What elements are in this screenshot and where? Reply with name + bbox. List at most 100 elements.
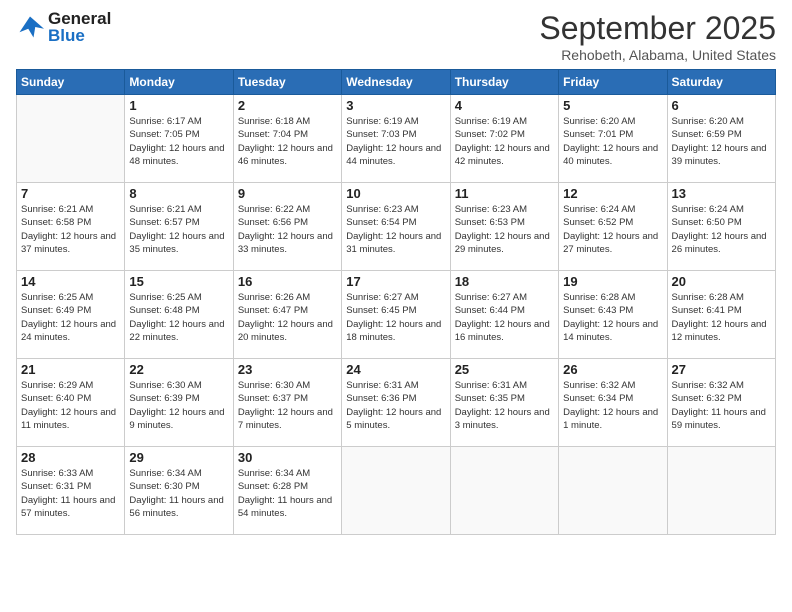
day-number: 18 (455, 274, 554, 289)
day-number: 2 (238, 98, 337, 113)
sunset-text: Sunset: 6:35 PM (455, 392, 554, 405)
sunrise-text: Sunrise: 6:32 AM (563, 379, 662, 392)
day-number: 28 (21, 450, 120, 465)
page: General Blue September 2025 Rehobeth, Al… (0, 0, 792, 612)
calendar-cell: 30Sunrise: 6:34 AMSunset: 6:28 PMDayligh… (233, 447, 341, 535)
logo-name: General Blue (48, 10, 111, 44)
daylight-text: Daylight: 12 hours and 3 minutes. (455, 406, 554, 433)
sunset-text: Sunset: 6:36 PM (346, 392, 445, 405)
sunset-text: Sunset: 6:28 PM (238, 480, 337, 493)
sunrise-text: Sunrise: 6:21 AM (129, 203, 228, 216)
daylight-text: Daylight: 11 hours and 54 minutes. (238, 494, 337, 521)
day-detail: Sunrise: 6:27 AMSunset: 6:45 PMDaylight:… (346, 291, 445, 344)
day-detail: Sunrise: 6:21 AMSunset: 6:58 PMDaylight:… (21, 203, 120, 256)
sunset-text: Sunset: 6:45 PM (346, 304, 445, 317)
sunrise-text: Sunrise: 6:22 AM (238, 203, 337, 216)
sunrise-text: Sunrise: 6:18 AM (238, 115, 337, 128)
sunrise-text: Sunrise: 6:33 AM (21, 467, 120, 480)
sunset-text: Sunset: 6:39 PM (129, 392, 228, 405)
day-detail: Sunrise: 6:25 AMSunset: 6:48 PMDaylight:… (129, 291, 228, 344)
day-number: 9 (238, 186, 337, 201)
sunset-text: Sunset: 6:49 PM (21, 304, 120, 317)
day-number: 11 (455, 186, 554, 201)
daylight-text: Daylight: 12 hours and 39 minutes. (672, 142, 771, 169)
sunset-text: Sunset: 7:05 PM (129, 128, 228, 141)
sunrise-text: Sunrise: 6:26 AM (238, 291, 337, 304)
calendar-table: SundayMondayTuesdayWednesdayThursdayFrid… (16, 69, 776, 535)
day-detail: Sunrise: 6:21 AMSunset: 6:57 PMDaylight:… (129, 203, 228, 256)
calendar-cell: 4Sunrise: 6:19 AMSunset: 7:02 PMDaylight… (450, 95, 558, 183)
calendar-cell: 15 Sunrise: 6:25 AMSunset: 6:48 PMDayligh… (125, 271, 233, 359)
day-detail: Sunrise: 6:28 AMSunset: 6:41 PMDaylight:… (672, 291, 771, 344)
calendar-cell: 19Sunrise: 6:28 AMSunset: 6:43 PMDayligh… (559, 271, 667, 359)
calendar-cell: 5Sunrise: 6:20 AMSunset: 7:01 PMDaylight… (559, 95, 667, 183)
sunset-text: Sunset: 6:57 PM (129, 216, 228, 229)
sunrise-text: Sunrise: 6:20 AM (672, 115, 771, 128)
calendar-cell (17, 95, 125, 183)
sunset-text: Sunset: 6:43 PM (563, 304, 662, 317)
sunrise-text: Sunrise: 6:28 AM (563, 291, 662, 304)
day-number: 24 (346, 362, 445, 377)
calendar-cell: 22Sunrise: 6:30 AMSunset: 6:39 PMDayligh… (125, 359, 233, 447)
sunset-text: Sunset: 7:04 PM (238, 128, 337, 141)
sunset-text: Sunset: 6:58 PM (21, 216, 120, 229)
sunset-text: Sunset: 6:32 PM (672, 392, 771, 405)
calendar-cell: 12Sunrise: 6:24 AMSunset: 6:52 PMDayligh… (559, 183, 667, 271)
day-number: 29 (129, 450, 228, 465)
sunrise-text: Sunrise: 6:25 AM (129, 291, 228, 304)
calendar-cell: 17 Sunrise: 6:27 AMSunset: 6:45 PMDayligh… (342, 271, 450, 359)
day-number: 6 (672, 98, 771, 113)
calendar-cell (667, 447, 775, 535)
sunrise-text: Sunrise: 6:29 AM (21, 379, 120, 392)
col-header-saturday: Saturday (667, 70, 775, 95)
sunset-text: Sunset: 6:54 PM (346, 216, 445, 229)
sunset-text: Sunset: 6:50 PM (672, 216, 771, 229)
sunrise-text: Sunrise: 6:27 AM (346, 291, 445, 304)
daylight-text: Daylight: 12 hours and 27 minutes. (563, 230, 662, 257)
calendar-cell: 28 Sunrise: 6:33 AMSunset: 6:31 PMDayligh… (17, 447, 125, 535)
daylight-text: Daylight: 12 hours and 18 minutes. (346, 318, 445, 345)
sunset-text: Sunset: 6:48 PM (129, 304, 228, 317)
day-detail: Sunrise: 6:19 AMSunset: 7:02 PMDaylight:… (455, 115, 554, 168)
day-detail: Sunrise: 6:29 AMSunset: 6:40 PMDaylight:… (21, 379, 120, 432)
col-header-tuesday: Tuesday (233, 70, 341, 95)
month-title: September 2025 (539, 10, 776, 47)
sunrise-text: Sunrise: 6:34 AM (129, 467, 228, 480)
day-detail: Sunrise: 6:18 AMSunset: 7:04 PMDaylight:… (238, 115, 337, 168)
header: General Blue September 2025 Rehobeth, Al… (16, 10, 776, 63)
sunrise-text: Sunrise: 6:31 AM (346, 379, 445, 392)
day-detail: Sunrise: 6:20 AMSunset: 7:01 PMDaylight:… (563, 115, 662, 168)
calendar-cell: 7Sunrise: 6:21 AMSunset: 6:58 PMDaylight… (17, 183, 125, 271)
daylight-text: Daylight: 12 hours and 44 minutes. (346, 142, 445, 169)
sunset-text: Sunset: 6:37 PM (238, 392, 337, 405)
daylight-text: Daylight: 12 hours and 7 minutes. (238, 406, 337, 433)
daylight-text: Daylight: 12 hours and 42 minutes. (455, 142, 554, 169)
daylight-text: Daylight: 12 hours and 40 minutes. (563, 142, 662, 169)
sunrise-text: Sunrise: 6:21 AM (21, 203, 120, 216)
calendar-cell: 3Sunrise: 6:19 AMSunset: 7:03 PMDaylight… (342, 95, 450, 183)
daylight-text: Daylight: 12 hours and 46 minutes. (238, 142, 337, 169)
calendar-cell: 23Sunrise: 6:30 AMSunset: 6:37 PMDayligh… (233, 359, 341, 447)
daylight-text: Daylight: 11 hours and 57 minutes. (21, 494, 120, 521)
sunset-text: Sunset: 6:34 PM (563, 392, 662, 405)
calendar-cell: 21Sunrise: 6:29 AMSunset: 6:40 PMDayligh… (17, 359, 125, 447)
day-number: 15 (129, 274, 228, 289)
calendar-cell (559, 447, 667, 535)
daylight-text: Daylight: 12 hours and 22 minutes. (129, 318, 228, 345)
sunset-text: Sunset: 7:03 PM (346, 128, 445, 141)
calendar-cell: 8 Sunrise: 6:21 AMSunset: 6:57 PMDaylight… (125, 183, 233, 271)
sunset-text: Sunset: 6:56 PM (238, 216, 337, 229)
sunrise-text: Sunrise: 6:31 AM (455, 379, 554, 392)
day-detail: Sunrise: 6:23 AMSunset: 6:53 PMDaylight:… (455, 203, 554, 256)
sunrise-text: Sunrise: 6:25 AM (21, 291, 120, 304)
calendar-cell (342, 447, 450, 535)
day-number: 17 (346, 274, 445, 289)
calendar-cell: 1Sunrise: 6:17 AMSunset: 7:05 PMDaylight… (125, 95, 233, 183)
sunrise-text: Sunrise: 6:30 AM (238, 379, 337, 392)
col-header-monday: Monday (125, 70, 233, 95)
col-header-wednesday: Wednesday (342, 70, 450, 95)
day-detail: Sunrise: 6:33 AMSunset: 6:31 PMDaylight:… (21, 467, 120, 520)
day-number: 8 (129, 186, 228, 201)
day-detail: Sunrise: 6:25 AMSunset: 6:49 PMDaylight:… (21, 291, 120, 344)
col-header-sunday: Sunday (17, 70, 125, 95)
